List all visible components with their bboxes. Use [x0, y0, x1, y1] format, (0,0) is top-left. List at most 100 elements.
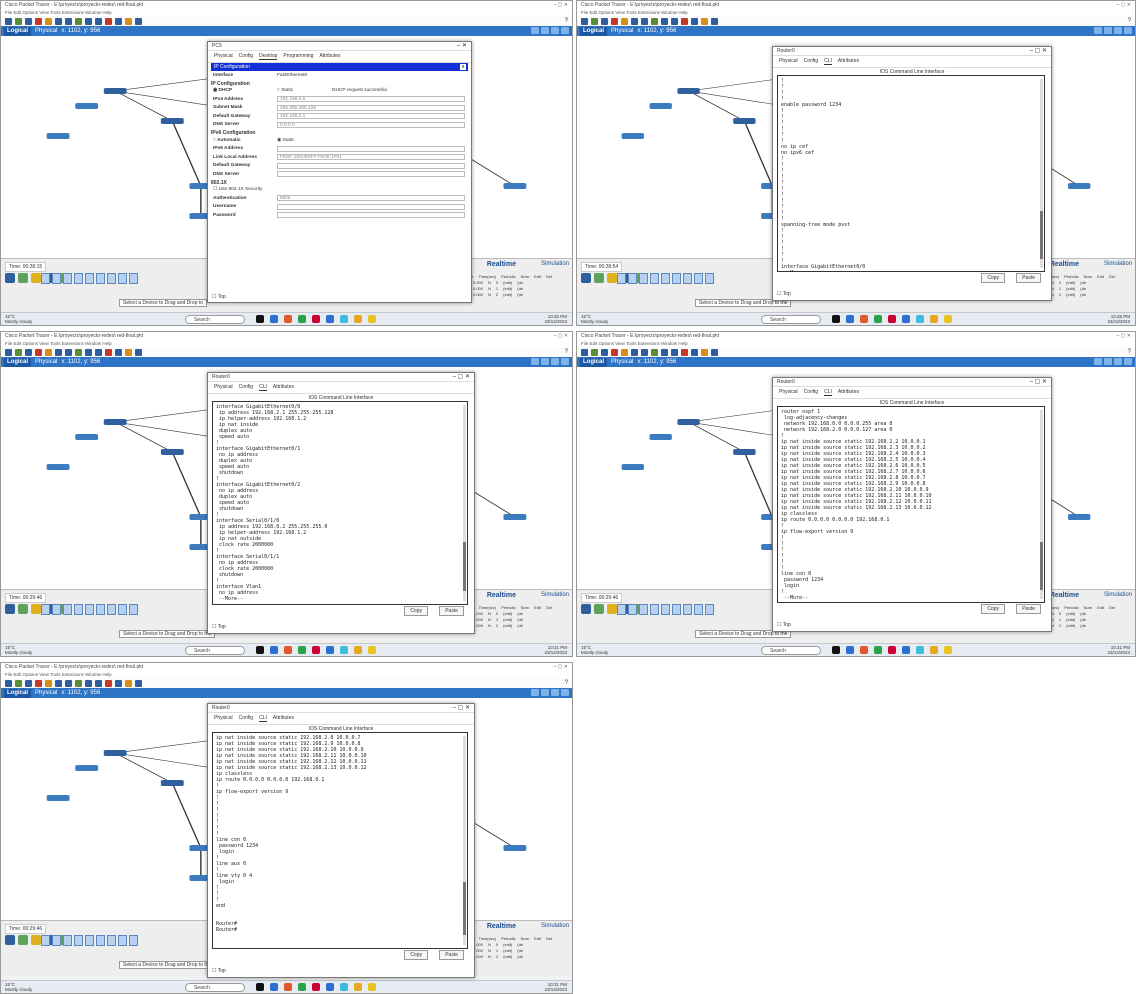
toolbar-icon[interactable]: [691, 348, 698, 356]
switch-node[interactable]: [503, 514, 527, 520]
interface-value[interactable]: FastEthernet0: [277, 73, 307, 78]
router-node[interactable]: [160, 780, 184, 786]
top-checkbox[interactable]: ☐ Top: [212, 294, 226, 300]
device-category-icon[interactable]: [607, 604, 617, 614]
dhcp-static-row[interactable]: ◉ DHCP ○ Static DHCP request successful.: [208, 87, 471, 96]
device-icon[interactable]: [63, 935, 72, 946]
help-icon[interactable]: ?: [1128, 349, 1131, 355]
scrollbar-thumb[interactable]: [463, 882, 466, 935]
toolbar-icon[interactable]: [35, 17, 42, 25]
help-icon[interactable]: ?: [565, 680, 568, 686]
device-icon[interactable]: [118, 273, 127, 284]
taskbar-clock[interactable]: 10:31 PM 23/12/2023: [544, 645, 567, 655]
workspace-icon[interactable]: [551, 689, 559, 696]
main-toolbar[interactable]: [577, 347, 1135, 357]
logical-tab[interactable]: Logical: [580, 357, 608, 367]
toolbar-icon[interactable]: [85, 17, 92, 25]
workspace-icon[interactable]: [561, 689, 569, 696]
toolbar-icon[interactable]: [641, 348, 648, 356]
toolbar-icon[interactable]: [55, 17, 62, 25]
tab-attributes[interactable]: Attributes: [273, 384, 294, 391]
realtime-button[interactable]: Realtime: [487, 592, 516, 599]
device-icon[interactable]: [683, 604, 692, 615]
window-controls[interactable]: – ▢ ✕: [554, 1, 568, 9]
toolbar-icon[interactable]: [85, 348, 92, 356]
router-cli-dialog[interactable]: Router0– ▢ ✕ Physical Config CLI Attributes I…: [772, 46, 1052, 301]
device-icon[interactable]: [129, 273, 138, 284]
device-icon[interactable]: [639, 604, 648, 615]
tab-config[interactable]: Config: [804, 58, 818, 65]
device-category-icon[interactable]: [594, 273, 604, 283]
tab-attributes[interactable]: Attributes: [273, 715, 294, 722]
workspace-icon[interactable]: [1124, 358, 1132, 365]
tab-cli[interactable]: CLI: [824, 58, 832, 65]
taskbar-app-icon[interactable]: [284, 315, 292, 323]
toolbar-icon[interactable]: [135, 17, 142, 25]
device-icon[interactable]: [63, 604, 72, 615]
workspace-icon[interactable]: [531, 27, 539, 34]
window-controls[interactable]: – ▢ ✕: [554, 332, 568, 340]
taskbar-apps[interactable]: [832, 315, 952, 323]
workspace-icon[interactable]: [551, 27, 559, 34]
taskbar-app-icon[interactable]: [298, 646, 306, 654]
copy-button[interactable]: Copy: [981, 273, 1005, 283]
device-category-icon[interactable]: [581, 273, 591, 283]
device-icon[interactable]: [617, 604, 626, 615]
dialog-tabs[interactable]: Physical Config CLI Attributes: [773, 56, 1051, 68]
taskbar-app-icon[interactable]: [832, 646, 840, 654]
taskbar-apps[interactable]: [832, 646, 952, 654]
taskbar-app-icon[interactable]: [916, 315, 924, 323]
toolbar-icon[interactable]: [591, 348, 598, 356]
device-icon[interactable]: [85, 273, 94, 284]
paste-button[interactable]: Paste: [439, 950, 464, 960]
toolbar-icon[interactable]: [651, 17, 658, 25]
toolbar-icon[interactable]: [671, 17, 678, 25]
dialog-tabs[interactable]: Physical Config CLI Attributes: [208, 713, 474, 725]
dialog-tabs[interactable]: Physical Config Desktop Programming Attribut…: [208, 51, 471, 63]
device-icon[interactable]: [52, 935, 61, 946]
realtime-button[interactable]: Realtime: [1050, 592, 1079, 599]
toolbar-icon[interactable]: [95, 17, 102, 25]
help-icon[interactable]: ?: [565, 349, 568, 355]
tab-physical[interactable]: Physical: [779, 58, 798, 65]
workspace-icon[interactable]: [561, 27, 569, 34]
device-icon[interactable]: [107, 273, 116, 284]
weather-widget[interactable]: 15°C Mostly cloudy: [5, 314, 32, 324]
taskbar-app-icon[interactable]: [860, 646, 868, 654]
device-category-icon[interactable]: [18, 604, 28, 614]
tab-config[interactable]: Config: [239, 715, 253, 722]
toolbar-icon[interactable]: [55, 348, 62, 356]
toolbar-icon[interactable]: [105, 348, 112, 356]
close-icon[interactable]: – ▢ ✕: [453, 704, 470, 713]
device-icon[interactable]: [96, 935, 105, 946]
taskbar-app-icon[interactable]: [256, 646, 264, 654]
device-icon[interactable]: [672, 273, 681, 284]
cli-console[interactable]: ip nat inside source static 192.168.2.8 …: [212, 732, 468, 949]
router-node[interactable]: [733, 118, 756, 124]
router-node[interactable]: [677, 419, 700, 425]
taskbar-search[interactable]: Search: [185, 315, 245, 324]
password-input[interactable]: [277, 212, 465, 219]
field-input[interactable]: 255.255.255.128: [277, 104, 465, 111]
device-category-icon[interactable]: [594, 604, 604, 614]
router-cli-dialog[interactable]: Router0– ▢ ✕ Physical Config CLI Attributes I…: [772, 377, 1052, 632]
switch-node[interactable]: [75, 103, 99, 109]
device-category-icon[interactable]: [31, 604, 41, 614]
simulation-button[interactable]: Simulation: [1104, 261, 1132, 267]
taskbar-app-icon[interactable]: [284, 646, 292, 654]
main-toolbar[interactable]: [577, 16, 1135, 26]
physical-tab[interactable]: Physical: [35, 358, 57, 367]
simulation-button[interactable]: Simulation: [541, 592, 569, 598]
realtime-button[interactable]: Realtime: [487, 261, 516, 268]
taskbar-app-icon[interactable]: [354, 983, 362, 991]
toolbar-icon[interactable]: [75, 679, 82, 687]
simulation-button[interactable]: Simulation: [541, 923, 569, 929]
main-toolbar[interactable]: [1, 678, 572, 688]
device-icon[interactable]: [107, 935, 116, 946]
tab-config[interactable]: Config: [239, 384, 253, 391]
help-icon[interactable]: ?: [565, 18, 568, 24]
tab-programming[interactable]: Programming: [283, 53, 313, 60]
workspace-icon[interactable]: [561, 358, 569, 365]
taskbar-app-icon[interactable]: [874, 646, 882, 654]
close-icon[interactable]: – ✕: [457, 42, 467, 51]
